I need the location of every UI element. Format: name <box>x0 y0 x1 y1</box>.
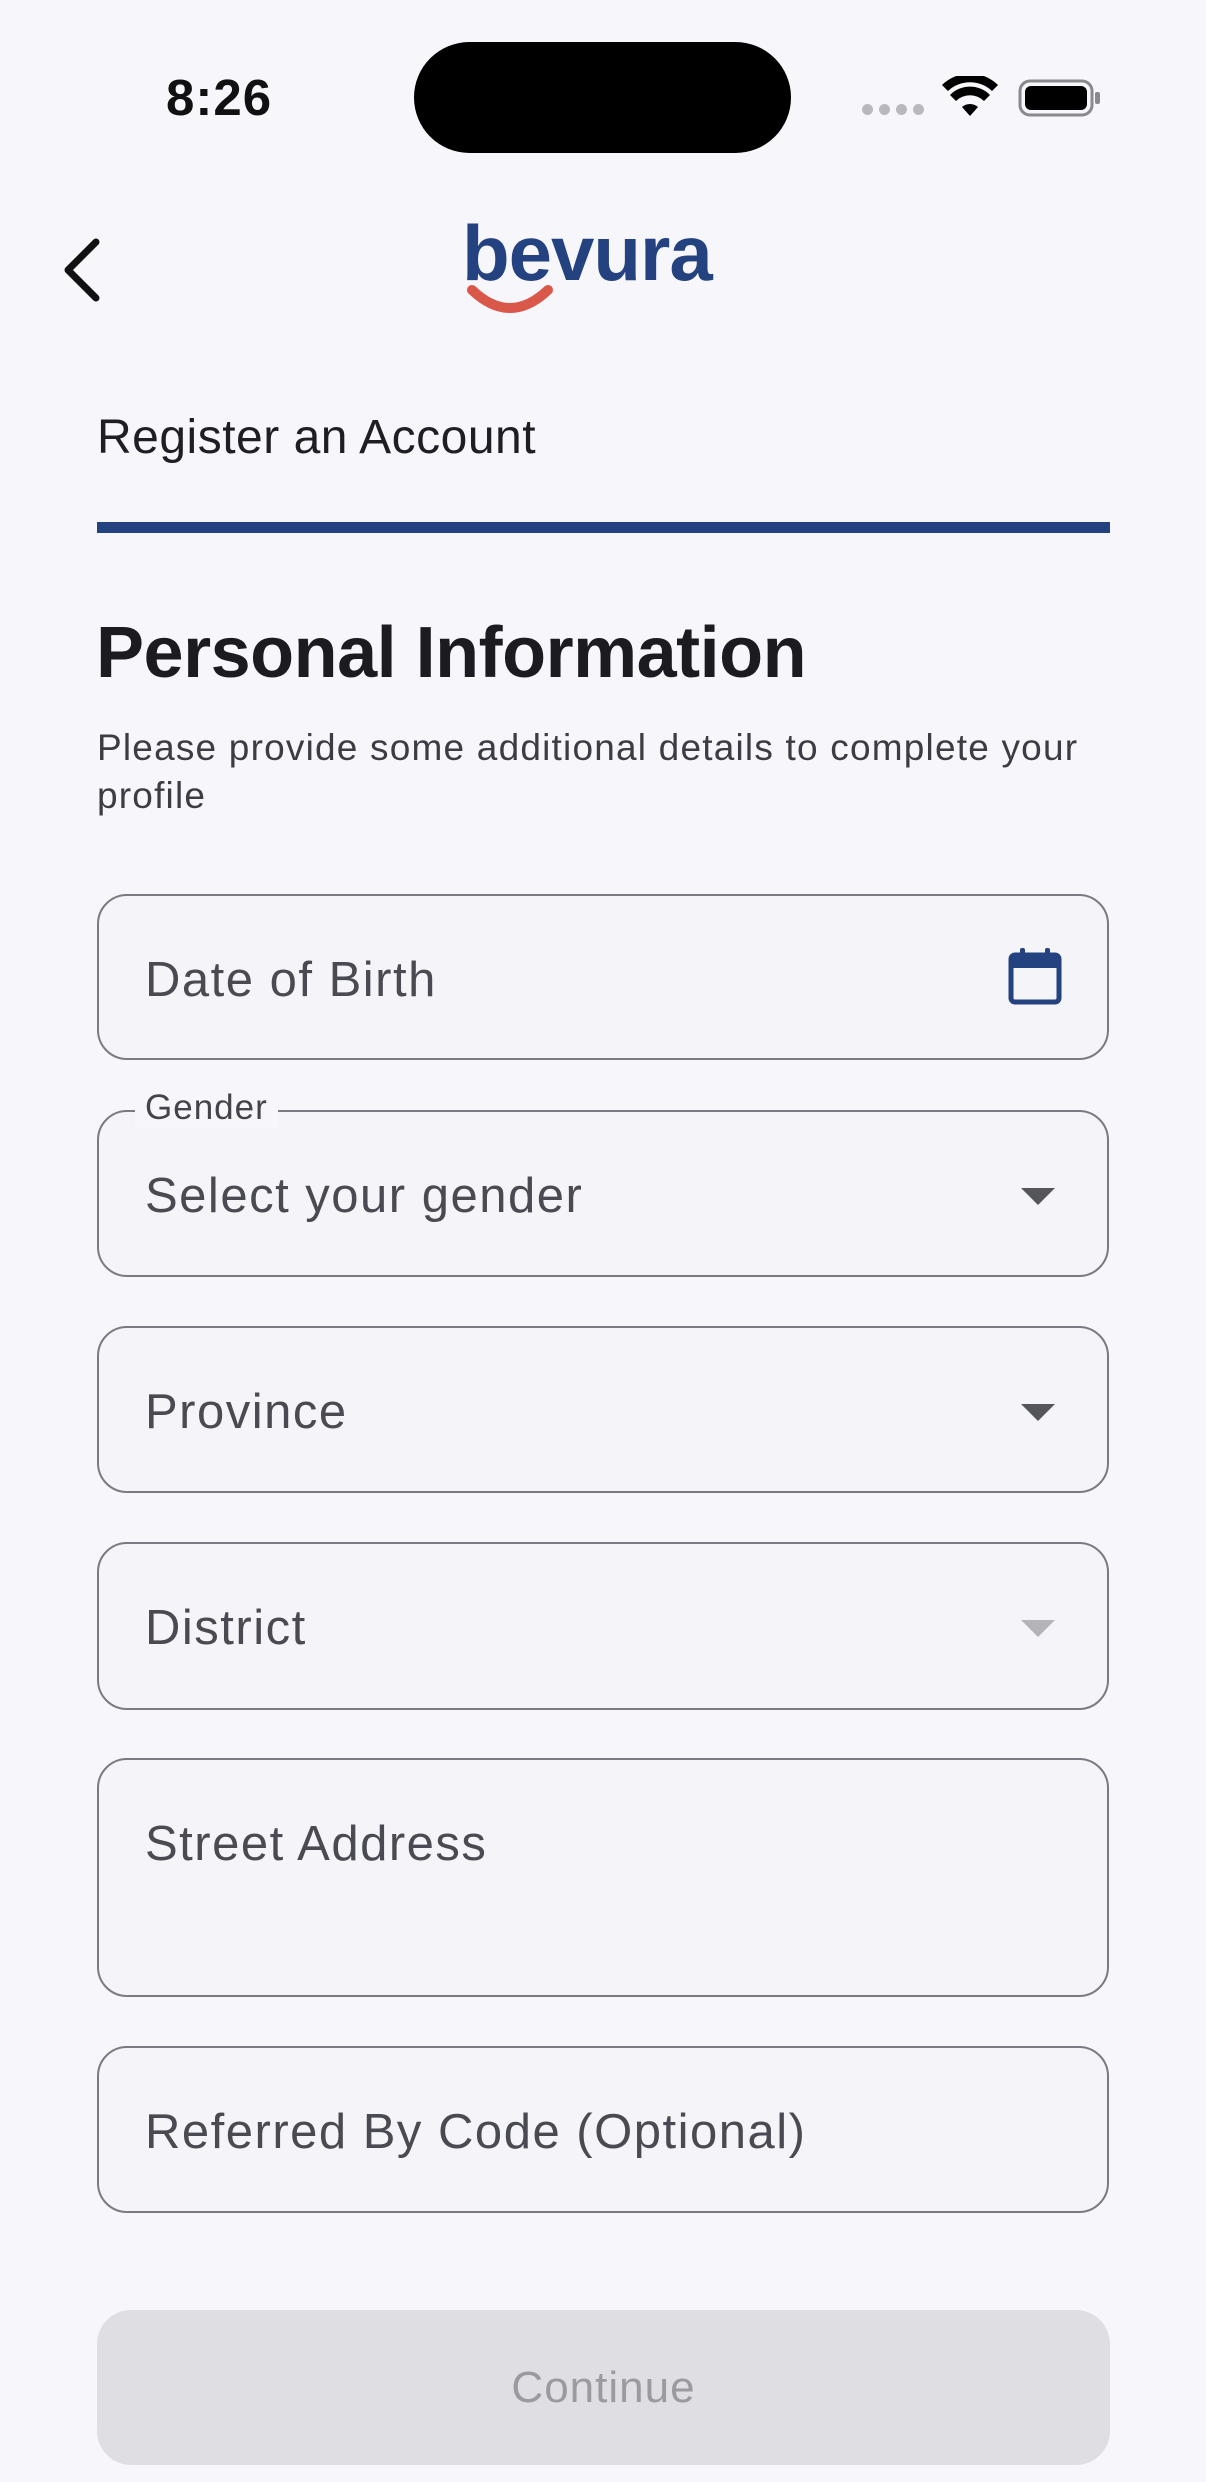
gender-label: Gender <box>135 1088 278 1128</box>
battery-icon <box>1018 79 1100 117</box>
dynamic-island <box>414 42 791 153</box>
continue-button[interactable]: Continue <box>97 2310 1110 2465</box>
wifi-icon <box>942 76 998 116</box>
province-placeholder: Province <box>145 1385 348 1439</box>
bevura-logo: bevura <box>462 209 714 313</box>
section-subtitle: Please provide some additional details t… <box>97 727 1079 816</box>
gender-placeholder: Select your gender <box>145 1169 584 1223</box>
calendar-icon[interactable] <box>1007 946 1063 1006</box>
dropdown-arrow-icon <box>1021 1620 1055 1637</box>
section-title: Personal Information <box>96 613 807 693</box>
street-address-placeholder: Street Address <box>145 1817 488 1871</box>
svg-text:bevura: bevura <box>462 209 713 297</box>
gender-dropdown[interactable]: Gender Select your gender <box>97 1088 1109 1277</box>
dropdown-arrow-icon <box>1021 1404 1055 1421</box>
province-dropdown[interactable]: Province <box>97 1326 1109 1493</box>
date-of-birth-field[interactable]: Date of Birth <box>97 894 1109 1060</box>
district-placeholder: District <box>145 1601 307 1655</box>
referral-code-field[interactable]: Referred By Code (Optional) <box>97 2046 1109 2213</box>
cellular-dots-icon <box>862 104 924 115</box>
date-of-birth-placeholder: Date of Birth <box>145 953 437 1007</box>
dropdown-arrow-icon <box>1021 1188 1055 1205</box>
back-chevron-icon[interactable] <box>56 236 112 304</box>
registration-title: Register an Account <box>97 411 537 464</box>
district-dropdown[interactable]: District <box>97 1542 1109 1710</box>
referral-code-placeholder: Referred By Code (Optional) <box>145 2105 807 2159</box>
registration-progress-bar <box>97 522 1110 533</box>
status-time: 8:26 <box>166 69 273 126</box>
street-address-field[interactable]: Street Address <box>97 1758 1109 1997</box>
